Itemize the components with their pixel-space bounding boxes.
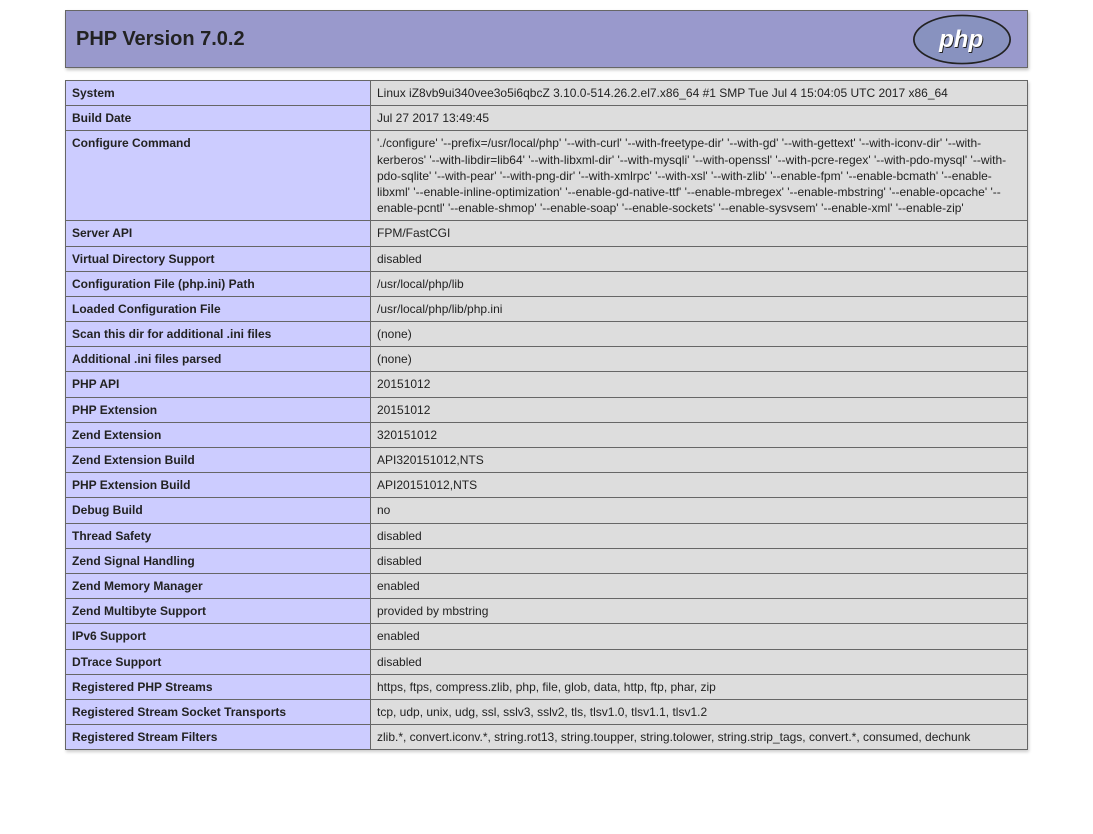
info-label: Additional .ini files parsed: [66, 347, 371, 372]
table-row: Zend Extension BuildAPI320151012,NTS: [66, 448, 1028, 473]
info-value: disabled: [371, 523, 1028, 548]
info-value: no: [371, 498, 1028, 523]
info-label: PHP Extension: [66, 397, 371, 422]
page-title: PHP Version 7.0.2: [76, 28, 245, 51]
table-row: Virtual Directory Supportdisabled: [66, 246, 1028, 271]
info-value: disabled: [371, 548, 1028, 573]
info-label: Zend Signal Handling: [66, 548, 371, 573]
info-label: DTrace Support: [66, 649, 371, 674]
table-row: Registered Stream Socket Transportstcp, …: [66, 699, 1028, 724]
info-value: API320151012,NTS: [371, 448, 1028, 473]
info-value: enabled: [371, 573, 1028, 598]
phpinfo-table: SystemLinux iZ8vb9ui340vee3o5i6qbcZ 3.10…: [65, 80, 1028, 750]
phpinfo-header: PHP Version 7.0.2 php php: [65, 10, 1028, 68]
info-label: Zend Extension Build: [66, 448, 371, 473]
table-row: Additional .ini files parsed(none): [66, 347, 1028, 372]
info-label: Registered Stream Filters: [66, 725, 371, 750]
info-value: /usr/local/php/lib/php.ini: [371, 296, 1028, 321]
table-row: Loaded Configuration File/usr/local/php/…: [66, 296, 1028, 321]
info-value: FPM/FastCGI: [371, 221, 1028, 246]
table-row: Zend Memory Managerenabled: [66, 573, 1028, 598]
table-row: Zend Multibyte Supportprovided by mbstri…: [66, 599, 1028, 624]
info-label: System: [66, 81, 371, 106]
table-row: IPv6 Supportenabled: [66, 624, 1028, 649]
info-label: Virtual Directory Support: [66, 246, 371, 271]
info-label: Registered Stream Socket Transports: [66, 699, 371, 724]
table-row: Registered Stream Filterszlib.*, convert…: [66, 725, 1028, 750]
table-row: Thread Safetydisabled: [66, 523, 1028, 548]
info-label: Loaded Configuration File: [66, 296, 371, 321]
info-value: disabled: [371, 246, 1028, 271]
info-label: Server API: [66, 221, 371, 246]
info-label: Build Date: [66, 106, 371, 131]
info-label: Zend Extension: [66, 422, 371, 447]
info-label: Zend Multibyte Support: [66, 599, 371, 624]
info-label: Scan this dir for additional .ini files: [66, 322, 371, 347]
php-logo-icon: php php: [907, 12, 1017, 67]
info-label: IPv6 Support: [66, 624, 371, 649]
table-row: Scan this dir for additional .ini files(…: [66, 322, 1028, 347]
info-value: https, ftps, compress.zlib, php, file, g…: [371, 674, 1028, 699]
table-row: Configuration File (php.ini) Path/usr/lo…: [66, 271, 1028, 296]
info-label: Configuration File (php.ini) Path: [66, 271, 371, 296]
table-row: Zend Signal Handlingdisabled: [66, 548, 1028, 573]
table-row: Build DateJul 27 2017 13:49:45: [66, 106, 1028, 131]
info-value: disabled: [371, 649, 1028, 674]
info-value: provided by mbstring: [371, 599, 1028, 624]
table-row: Debug Buildno: [66, 498, 1028, 523]
info-value: 20151012: [371, 397, 1028, 422]
table-row: PHP Extension20151012: [66, 397, 1028, 422]
table-row: Server APIFPM/FastCGI: [66, 221, 1028, 246]
svg-text:php: php: [938, 26, 983, 53]
info-label: Zend Memory Manager: [66, 573, 371, 598]
info-value: zlib.*, convert.iconv.*, string.rot13, s…: [371, 725, 1028, 750]
info-label: Configure Command: [66, 131, 371, 221]
info-label: Debug Build: [66, 498, 371, 523]
info-value: API20151012,NTS: [371, 473, 1028, 498]
info-value: (none): [371, 347, 1028, 372]
table-row: Registered PHP Streamshttps, ftps, compr…: [66, 674, 1028, 699]
table-row: Configure Command'./configure' '--prefix…: [66, 131, 1028, 221]
info-value: Linux iZ8vb9ui340vee3o5i6qbcZ 3.10.0-514…: [371, 81, 1028, 106]
info-label: Thread Safety: [66, 523, 371, 548]
info-value: /usr/local/php/lib: [371, 271, 1028, 296]
info-value: 20151012: [371, 372, 1028, 397]
info-label: PHP Extension Build: [66, 473, 371, 498]
info-label: Registered PHP Streams: [66, 674, 371, 699]
table-row: DTrace Supportdisabled: [66, 649, 1028, 674]
info-value: tcp, udp, unix, udg, ssl, sslv3, sslv2, …: [371, 699, 1028, 724]
info-value: enabled: [371, 624, 1028, 649]
table-row: SystemLinux iZ8vb9ui340vee3o5i6qbcZ 3.10…: [66, 81, 1028, 106]
info-value: (none): [371, 322, 1028, 347]
info-value: 320151012: [371, 422, 1028, 447]
table-row: PHP Extension BuildAPI20151012,NTS: [66, 473, 1028, 498]
info-value: Jul 27 2017 13:49:45: [371, 106, 1028, 131]
table-row: PHP API20151012: [66, 372, 1028, 397]
info-value: './configure' '--prefix=/usr/local/php' …: [371, 131, 1028, 221]
table-row: Zend Extension320151012: [66, 422, 1028, 447]
info-label: PHP API: [66, 372, 371, 397]
